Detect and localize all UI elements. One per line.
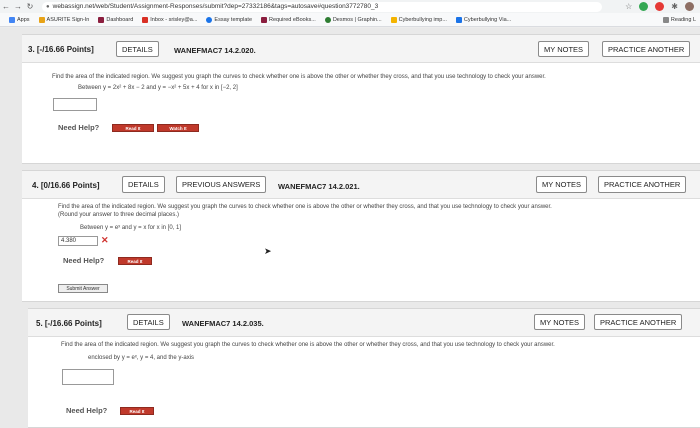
practice-another-button[interactable]: PRACTICE ANOTHER [594,314,683,330]
question-code: WANEFMAC7 14.2.020. [174,46,256,55]
question-5: 5. [-/16.66 Points] DETAILS WANEFMAC7 14… [28,308,700,428]
question-points: 5. [-/16.66 Points] [36,319,102,328]
bookmark-item[interactable]: Cyberbullying Via... [455,16,511,23]
my-notes-button[interactable]: MY NOTES [536,176,588,193]
details-button[interactable]: DETAILS [127,314,170,330]
need-help-label: Need Help? [63,256,105,265]
question-text: Find the area of the indicated region. W… [52,74,546,80]
question-code: WANEFMAC7 14.2.021. [278,182,360,191]
watch-it-button[interactable]: Watch It [157,124,199,132]
desmos-icon [324,16,331,23]
extension-icon[interactable] [639,2,649,11]
bookmark-favicon-icon [390,16,397,23]
question-text: Find the area of the indicated region. W… [58,204,552,210]
need-help-label: Need Help? [58,123,100,132]
bookmark-favicon-icon [98,16,105,23]
read-it-button[interactable]: Read It [118,257,152,265]
answer-input[interactable]: 4.380 [58,236,98,246]
bookmark-item[interactable]: Inbox - srisley@a... [142,16,197,23]
lock-icon: ● [46,3,50,10]
bookmarks-bar: Apps ASURITE Sign-In Dashboard Inbox - s… [0,13,700,27]
question-header: 3. [-/16.66 Points] DETAILS WANEFMAC7 14… [22,35,700,63]
question-code: WANEFMAC7 14.2.035. [182,319,264,328]
read-it-button[interactable]: Read It [120,407,154,415]
bookmark-item[interactable]: Dashboard [98,16,133,23]
question-instruction: (Round your answer to three decimal plac… [58,212,180,218]
previous-answers-button[interactable]: PREVIOUS ANSWERS [176,176,267,193]
question-header: 4. [0/16.66 Points] DETAILS PREVIOUS ANS… [22,171,700,199]
details-button[interactable]: DETAILS [116,41,159,57]
answer-input[interactable] [62,369,114,385]
question-4: 4. [0/16.66 Points] DETAILS PREVIOUS ANS… [22,170,700,302]
question-expression: Between y = eˣ and y = x for x in [0, 1] [80,225,182,231]
question-text: Find the area of the indicated region. W… [61,342,555,348]
browser-toolbar: ← → ↻ ● webassign.net/web/Student/Assign… [0,0,700,13]
forward-icon[interactable]: → [12,2,24,11]
bookmark-item[interactable]: ASURITE Sign-In [38,16,89,23]
submit-answer-button[interactable]: Submit Answer [58,284,108,293]
bookmark-favicon-icon [261,16,268,23]
question-expression: enclosed by y = eˣ, y = 4, and the y-axi… [88,355,195,361]
question-points: 3. [-/16.66 Points] [28,45,94,54]
reading-list[interactable]: Reading L [662,16,696,23]
details-button[interactable]: DETAILS [122,176,165,193]
star-icon[interactable]: ☆ [625,2,632,11]
my-notes-button[interactable]: MY NOTES [538,41,590,57]
practice-another-button[interactable]: PRACTICE ANOTHER [602,41,691,57]
extension-icon[interactable] [655,2,665,11]
question-3: 3. [-/16.66 Points] DETAILS WANEFMAC7 14… [22,34,700,164]
question-header: 5. [-/16.66 Points] DETAILS WANEFMAC7 14… [28,309,700,337]
read-it-button[interactable]: Read It [112,124,154,132]
question-expression: Between y = 2x² + 8x − 2 and y = −x² + 5… [78,85,238,91]
bookmark-item[interactable]: Desmos | Graphin... [324,16,382,23]
url-text: webassign.net/web/Student/Assignment-Res… [52,3,379,10]
back-icon[interactable]: ← [0,2,12,11]
bookmark-item[interactable]: Cyberbullying imp... [390,16,447,23]
mouse-cursor-icon: ➤ [264,246,272,256]
need-help-label: Need Help? [66,406,108,415]
apps-icon [9,16,15,23]
practice-another-button[interactable]: PRACTICE ANOTHER [598,176,687,193]
bookmark-item[interactable]: Required eBooks... [261,16,316,23]
answer-input[interactable] [53,98,97,111]
question-points: 4. [0/16.66 Points] [32,181,100,190]
address-bar[interactable]: ● webassign.net/web/Student/Assignment-R… [42,1,602,12]
incorrect-icon: ✕ [101,235,109,245]
avatar[interactable] [685,2,694,11]
reload-icon[interactable]: ↻ [24,2,36,11]
gmail-icon [142,16,149,23]
bookmark-item[interactable]: Apps [9,16,30,23]
bookmark-favicon-icon [38,16,45,23]
bookmark-favicon-icon [206,16,213,23]
bookmark-item[interactable]: Essay template [206,16,252,23]
reading-list-icon [662,16,669,23]
puzzle-icon[interactable]: ✱ [671,2,678,11]
assignment-content: 3. [-/16.66 Points] DETAILS WANEFMAC7 14… [0,28,700,428]
my-notes-button[interactable]: MY NOTES [534,314,586,330]
bookmark-favicon-icon [455,16,462,23]
